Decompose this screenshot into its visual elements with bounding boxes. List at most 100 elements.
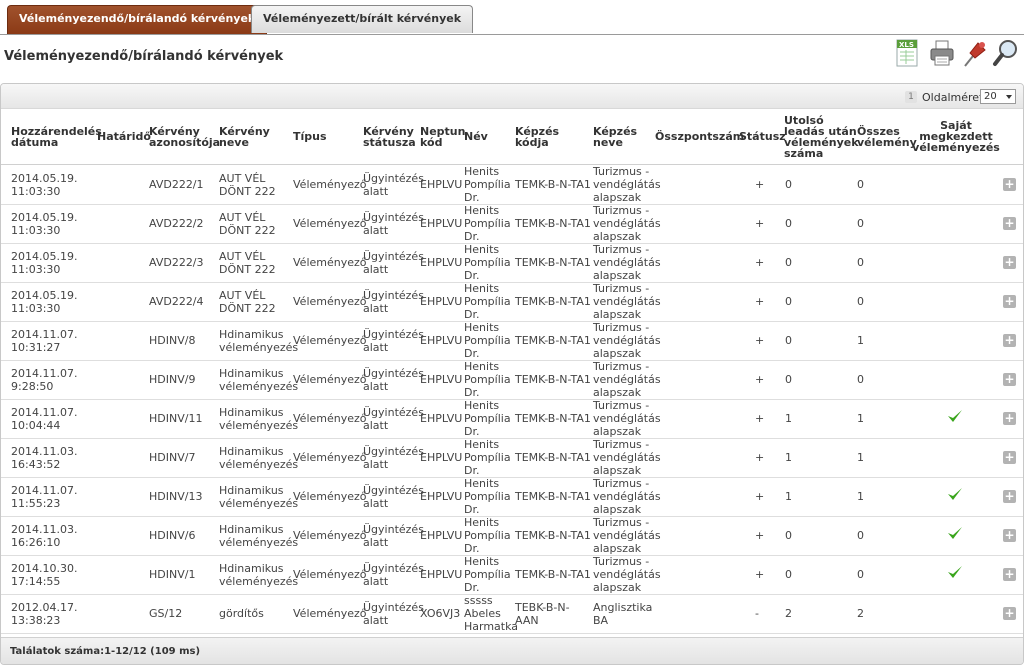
table-row[interactable]: 2014.11.07. 10:04:44 HDINV/11 Hdinamikus v… [1,399,1023,439]
table-row[interactable]: 2014.05.19. 11:03:30 AVD222/1 AUT VÉL DÖNT… [1,165,1023,205]
cell-text-code: TEMK-B-N-TA1 [515,490,591,503]
expand-row-button[interactable]: + [1003,529,1016,542]
expand-row-button[interactable]: + [1003,412,1016,425]
cell-reviews-after-last: 1 [785,477,805,516]
cell-text-total: 0 [857,217,864,230]
cell-text-after: 0 [785,256,792,269]
cell-text-p1: Turizmus - [593,555,650,568]
print-icon[interactable] [928,38,956,70]
cell-status: + [755,165,765,204]
table-row[interactable]: 2014.05.19. 11:03:30 AVD222/4 AUT VÉL DÖNT… [1,282,1023,322]
cell-request-name: Hdinamikus véleményezés [219,321,298,360]
expand-row-button[interactable]: + [1003,490,1016,503]
cell-text-name1: Hdinamikus [219,405,284,419]
cell-program-name: Turizmus - vendéglátás alapszak [593,438,661,477]
cell-status: + [755,516,765,555]
cell-assign-date: 2014.05.19. 11:03:30 [11,282,95,321]
cell-text-after: 0 [785,373,792,386]
cell-text-n2: Pompília [464,295,511,308]
expand-row-button[interactable]: + [1003,568,1016,581]
col-status[interactable]: Státusz [739,109,786,164]
cell-text-after: 0 [785,334,792,347]
table-row[interactable]: 2014.11.07. 10:31:27 HDINV/8 Hdinamikus vé… [1,321,1023,361]
table-row[interactable]: 2014.11.03. 16:43:52 HDINV/7 Hdinamikus vé… [1,438,1023,478]
cell-program-name: Turizmus - vendéglátás alapszak [593,477,661,516]
cell-text-neptun: XO6VJ3 [420,607,461,620]
cell-text-st2: alatt [363,262,389,276]
cell-name: Henits Pompília Dr. [464,243,514,282]
col-deadline[interactable]: Határidő [97,109,151,164]
cell-text-status: - [755,607,759,620]
table-row[interactable]: 2014.11.07. 11:55:23 HDINV/13 Hdinamikus v… [1,477,1023,517]
cell-text-time: 10:31:27 [11,340,61,354]
pin-icon[interactable] [960,38,988,70]
cell-text-type: Véleményező [293,412,367,425]
expand-row-button[interactable]: + [1003,178,1016,191]
col-assign-date[interactable]: Hozzárendelés dátuma [11,109,102,164]
cell-text-type: Véleményező [293,568,367,581]
col-type[interactable]: Típus [293,109,353,164]
expand-row-button[interactable]: + [1003,373,1016,386]
col-score[interactable]: Összpontszám [655,109,744,164]
page-number[interactable]: 1 [905,91,917,103]
col-name[interactable]: Név [464,109,504,164]
cell-text-st2: alatt [363,457,389,471]
cell-text-neptun: EHPLVU [420,412,463,425]
tab-reviewed[interactable]: Véleményezett/bírált kérvények [251,5,474,33]
cell-text-type: Véleményező [293,373,367,386]
cell-reviews-after-last: 2 [785,594,805,633]
col-request-id[interactable]: Kérvény azonosítója [149,109,220,164]
cell-type: Véleményező [293,360,367,399]
col-neptun[interactable]: Neptun kód [420,109,465,164]
table-row[interactable]: 2014.10.30. 17:14:55 HDINV/1 Hdinamikus vé… [1,555,1023,595]
col-total-reviews[interactable]: Összes vélemény [857,109,917,164]
table-row[interactable]: 2014.11.07. 9:28:50 HDINV/9 Hdinamikus vél… [1,360,1023,400]
page-size-select[interactable]: 20 [980,89,1016,104]
cell-text-total: 2 [857,607,864,620]
cell-neptun: XO6VJ3 [420,594,464,633]
col-request-status[interactable]: Kérvény státusza [363,109,416,164]
search-icon[interactable] [992,38,1020,70]
cell-reviews-after-last: 0 [785,321,805,360]
cell-type: Véleményező [293,594,367,633]
cell-text-id: GS/12 [149,607,183,620]
col-reviews-after-last[interactable]: Utolsó leadás után vélemények száma [784,109,859,164]
cell-text-type: Véleményező [293,256,367,269]
tab-pending-reviews[interactable]: Véleményezendő/bírálandó kérvények [7,5,268,34]
col-request-name[interactable]: Kérvény neve [219,109,279,164]
cell-reviews-after-last: 0 [785,555,805,594]
cell-text-type: Véleményező [293,217,367,230]
cell-text-neptun: EHPLVU [420,295,463,308]
cell-type: Véleményező [293,204,367,243]
cell-total-reviews: 0 [857,555,877,594]
col-own-started[interactable]: Saját megkezdett véleményezés [912,109,1000,164]
table-row[interactable]: 2014.11.03. 16:26:10 HDINV/6 Hdinamikus vé… [1,516,1023,556]
expand-row-button[interactable]: + [1003,256,1016,269]
col-program-name[interactable]: Képzés neve [593,109,651,164]
cell-name: Henits Pompília Dr. [464,555,514,594]
cell-text-n3: Dr. [464,581,480,594]
expand-row-button[interactable]: + [1003,334,1016,347]
toolbar: XLS [894,38,1024,72]
col-program-code[interactable]: Képzés kódja [515,109,575,164]
cell-text-name1: AUT VÉL [219,171,266,185]
cell-status: + [755,321,765,360]
table-row[interactable]: 2012.04.17. 13:38:23 GS/12 gördítős Vélem… [1,594,1023,634]
expand-row-button[interactable]: + [1003,217,1016,230]
cell-reviews-after-last: 0 [785,204,805,243]
cell-request-status: Ügyintézés alatt [363,438,424,477]
table-row[interactable]: 2014.05.19. 11:03:30 AVD222/2 AUT VÉL DÖNT… [1,204,1023,244]
cell-program-name: Turizmus - vendéglátás alapszak [593,243,661,282]
cell-text-total: 0 [857,373,864,386]
cell-text-st1: Ügyintézés [363,483,424,497]
cell-total-reviews: 0 [857,360,877,399]
expand-row-button[interactable]: + [1003,451,1016,464]
cell-total-reviews: 0 [857,243,877,282]
expand-row-button[interactable]: + [1003,295,1016,308]
expand-row-button[interactable]: + [1003,607,1016,620]
cell-type: Véleményező [293,555,367,594]
table-row[interactable]: 2014.05.19. 11:03:30 AVD222/3 AUT VÉL DÖNT… [1,243,1023,283]
cell-program-code: TEMK-B-N-TA1 [515,165,591,204]
xls-export-icon[interactable]: XLS [894,38,922,70]
cell-text-p1: Turizmus - [593,204,650,217]
